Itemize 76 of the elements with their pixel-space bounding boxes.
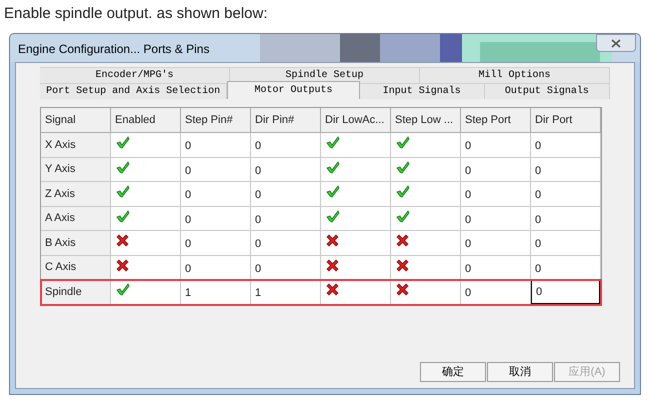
cross-icon[interactable]: [396, 234, 409, 247]
tab[interactable]: Input Signals: [360, 83, 485, 99]
table-cell-text: 0: [464, 139, 472, 154]
tab[interactable]: Spindle Setup: [230, 67, 420, 83]
dialog-button[interactable]: 确定: [420, 362, 486, 382]
column-header[interactable]: Dir LowAc...: [321, 108, 391, 133]
close-button[interactable]: [596, 34, 636, 52]
table-cell-text: 0: [184, 212, 192, 228]
cross-icon[interactable]: [326, 283, 339, 296]
check-icon[interactable]: [116, 283, 130, 296]
table-cell-text: 0: [464, 212, 472, 228]
table-cell-text: 0: [184, 164, 192, 178]
column-header[interactable]: Step Pin#: [181, 108, 251, 133]
cross-icon[interactable]: [116, 234, 129, 247]
check-icon[interactable]: [396, 185, 410, 198]
dialog-button[interactable]: 取消: [487, 362, 553, 382]
row-header: Y Axis: [41, 158, 111, 182]
check-icon[interactable]: [396, 160, 410, 174]
row-header: B Axis: [41, 231, 111, 256]
check-icon[interactable]: [396, 136, 410, 149]
row-header: C Axis: [41, 256, 111, 280]
table-cell-text: 0: [184, 188, 192, 203]
row-header: Spindle: [41, 280, 111, 304]
table-cell-text: 1: [184, 286, 192, 301]
close-icon: [611, 38, 621, 48]
column-header[interactable]: Step Port: [461, 108, 531, 133]
table-cell-text: 0: [534, 139, 542, 154]
input-field[interactable]: 0: [531, 280, 600, 304]
check-icon[interactable]: [396, 210, 410, 222]
window-title: Engine Configuration... Ports & Pins: [18, 41, 210, 58]
table-cell-text: 0: [254, 262, 262, 276]
table-cell-text: 0: [184, 262, 192, 276]
cross-icon[interactable]: [326, 258, 339, 272]
cross-icon[interactable]: [326, 234, 339, 247]
cross-icon[interactable]: [116, 258, 129, 272]
table-cell-text: 0: [464, 164, 472, 178]
table-cell-text: 0: [534, 262, 542, 276]
row-header: Z Axis: [41, 182, 111, 206]
cross-icon[interactable]: [396, 283, 409, 296]
table-cell-text: 0: [534, 237, 542, 252]
tab[interactable]: Output Signals: [484, 83, 610, 99]
check-icon[interactable]: [116, 210, 130, 222]
tab[interactable]: Mill Options: [420, 67, 610, 83]
row-header: X Axis: [41, 133, 111, 158]
check-icon[interactable]: [326, 160, 340, 174]
table-cell-text: 1: [254, 286, 262, 301]
tab[interactable]: Encoder/MPG's: [40, 67, 230, 83]
column-header[interactable]: Dir Port: [531, 108, 601, 133]
cross-icon[interactable]: [396, 258, 409, 272]
tab[interactable]: Port Setup and Axis Selection: [40, 83, 228, 99]
table-cell-text: 0: [184, 237, 192, 252]
table-cell-text: 0: [254, 237, 262, 252]
table-cell-text: 0: [254, 188, 262, 203]
row-header: A Axis: [41, 206, 111, 231]
caption: Enable spindle output. as shown below:: [4, 4, 268, 24]
table-cell-text: 0: [464, 262, 472, 276]
check-icon[interactable]: [116, 185, 130, 198]
table-cell-text: 0: [254, 212, 262, 228]
table-cell-text: 0: [464, 188, 472, 203]
table-cell-text: 0: [534, 188, 542, 203]
check-icon[interactable]: [116, 160, 130, 174]
check-icon[interactable]: [326, 210, 340, 222]
tab[interactable]: Motor Outputs: [227, 81, 360, 99]
check-icon[interactable]: [116, 136, 130, 149]
table-cell-text: 0: [464, 286, 472, 301]
table-cell-text: 0: [464, 237, 472, 252]
table-cell-text: 0: [254, 139, 262, 154]
check-icon[interactable]: [326, 136, 340, 149]
table-cell-text: 0: [534, 164, 542, 178]
column-header[interactable]: Enabled: [111, 108, 181, 133]
check-icon[interactable]: [326, 185, 340, 198]
table-cell-text: 0: [534, 212, 542, 228]
table-cell-text: 0: [254, 164, 262, 178]
column-header[interactable]: Dir Pin#: [251, 108, 321, 133]
table-cell-text: 0: [184, 139, 192, 154]
column-header[interactable]: Step Low ...: [391, 108, 461, 133]
